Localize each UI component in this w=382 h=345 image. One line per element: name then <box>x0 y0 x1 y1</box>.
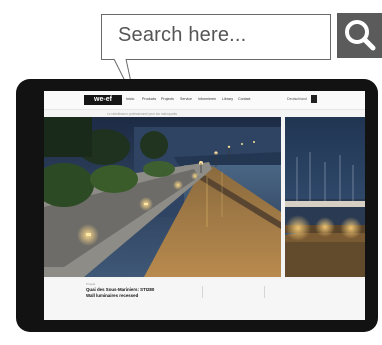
tablet-screen: we-ef Inicio Products Projects Service I… <box>44 91 365 320</box>
site-logo[interactable]: we-ef <box>84 95 122 105</box>
search-hint-text: Search here... <box>118 24 247 46</box>
search-callout: Search here... <box>101 14 331 60</box>
hero-photo-promenade <box>44 117 281 277</box>
flag-icon[interactable] <box>311 95 317 103</box>
caption-title-line1[interactable]: Quai des Sous-Mariniers: STI280 <box>86 287 154 293</box>
caption-title-line2[interactable]: Wall luminaires recessed <box>86 293 138 299</box>
search-button[interactable] <box>337 13 382 58</box>
site-subheading: Le ralentisseur professionnel pour les m… <box>107 112 177 116</box>
site-navbar: we-ef Inicio Products Projects Service I… <box>44 91 365 110</box>
nav-item-library[interactable]: Library <box>222 97 233 101</box>
caption-divider <box>264 286 265 298</box>
hero-photo-marina <box>285 117 365 277</box>
nav-item-service[interactable]: Service <box>180 97 192 101</box>
caption-kicker: Projekt <box>86 282 96 286</box>
project-caption: Projekt Quai des Sous-Mariniers: STI280 … <box>44 279 365 320</box>
nav-item-projects[interactable]: Projects <box>161 97 174 101</box>
language-selector[interactable]: Deutschland <box>287 97 307 101</box>
nav-item-inicio[interactable]: Inicio <box>126 97 134 101</box>
search-icon <box>345 20 376 51</box>
nav-item-contact[interactable]: Contact <box>238 97 250 101</box>
nav-item-products[interactable]: Products <box>142 97 156 101</box>
marina-image <box>285 117 365 277</box>
promenade-image <box>44 117 281 277</box>
caption-divider <box>202 286 203 298</box>
nav-item-informieren[interactable]: Informieren <box>198 97 216 101</box>
